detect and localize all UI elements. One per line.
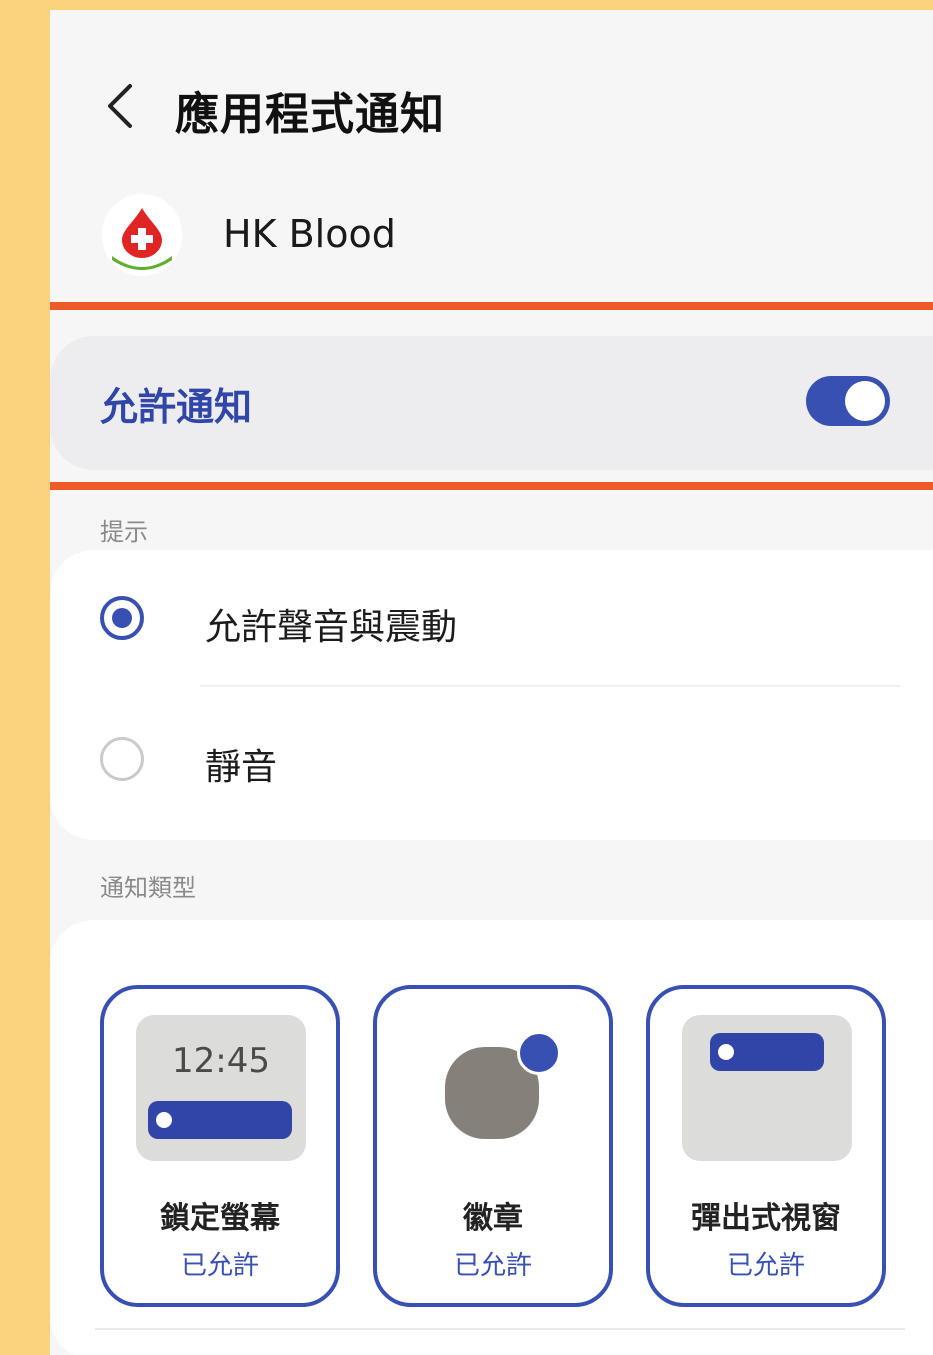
sound-vibrate-label[interactable]: 允許聲音與震動 xyxy=(205,598,457,650)
silent-radio[interactable] xyxy=(100,737,144,781)
popup-label: 彈出式視窗 xyxy=(691,1201,841,1236)
lock-screen-status: 已允許 xyxy=(180,1251,259,1281)
badge-dot-icon xyxy=(517,1031,561,1075)
sound-vibrate-radio[interactable] xyxy=(100,596,144,640)
popup-status: 已允許 xyxy=(726,1251,805,1281)
divider xyxy=(95,1328,905,1330)
lock-screen-option[interactable]: 12:45 鎖定螢幕 已允許 xyxy=(100,985,340,1307)
badge-status: 已允許 xyxy=(453,1251,532,1281)
app-icon xyxy=(102,194,182,276)
highlight-box xyxy=(50,302,933,490)
lock-screen-label: 鎖定螢幕 xyxy=(160,1201,280,1236)
lock-screen-preview: 12:45 xyxy=(136,1015,306,1161)
badge-label: 徽章 xyxy=(463,1201,523,1236)
alerts-section-label: 提示 xyxy=(100,518,148,546)
preview-time: 12:45 xyxy=(172,1041,270,1081)
app-name: HK Blood xyxy=(223,212,396,256)
notification-types-section-label: 通知類型 xyxy=(100,874,196,902)
alerts-card xyxy=(50,550,933,840)
back-arrow-icon[interactable] xyxy=(100,80,140,132)
popup-preview xyxy=(682,1015,852,1161)
divider xyxy=(200,685,900,687)
popup-option[interactable]: 彈出式視窗 已允許 xyxy=(646,985,886,1307)
preview-notification-bar xyxy=(148,1101,292,1139)
preview-popup-bar xyxy=(710,1033,824,1071)
notification-settings-screen: 應用程式通知 HK Blood 允許通知 提示 允許聲音與震動 靜音 通知類型 … xyxy=(50,10,933,1355)
badge-option[interactable]: 徽章 已允許 xyxy=(373,985,613,1307)
silent-label[interactable]: 靜音 xyxy=(205,738,277,790)
page-title: 應用程式通知 xyxy=(175,89,445,140)
